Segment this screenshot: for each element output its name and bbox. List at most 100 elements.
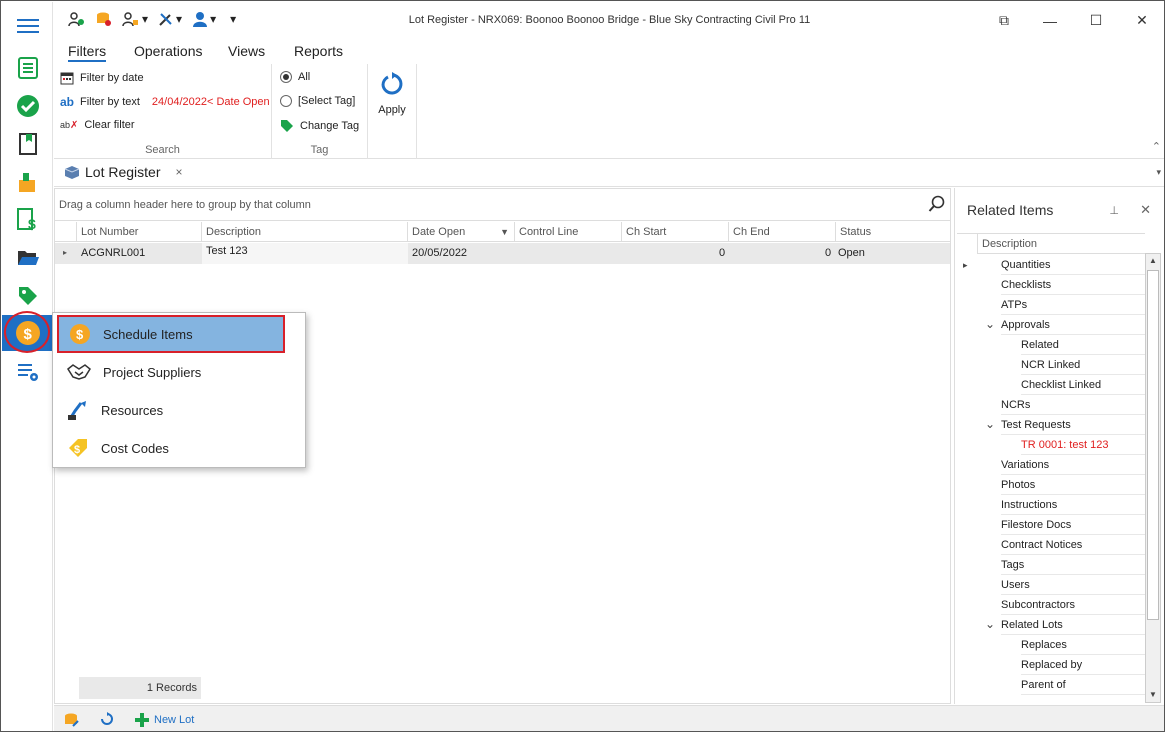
related-item[interactable]: Users (1001, 575, 1145, 595)
related-item[interactable]: Replaced by (1021, 655, 1145, 675)
apply-button[interactable]: Apply (368, 72, 416, 116)
tab-views[interactable]: Views (228, 43, 265, 59)
menu-item-schedule-items[interactable]: $ Schedule Items (57, 315, 285, 353)
hamburger-menu-icon[interactable] (2, 8, 53, 44)
related-item[interactable]: Related Lots (1001, 615, 1145, 635)
related-item[interactable]: Checklists (1001, 275, 1145, 295)
related-item[interactable]: Checklist Linked (1021, 375, 1145, 395)
table-row[interactable]: ▸ ACGNRL001 Test 123 20/05/2022 0 0 Open (55, 243, 950, 264)
tab-operations[interactable]: Operations (134, 43, 202, 59)
tag-icon (281, 120, 293, 132)
related-item[interactable]: NCR Linked (1021, 355, 1145, 375)
column-header-date-open[interactable]: Date Open ▼ (408, 222, 515, 242)
menu-item-resources[interactable]: Resources (57, 391, 285, 429)
column-header-ch-start[interactable]: Ch Start (622, 222, 729, 242)
related-item[interactable]: Subcontractors (1001, 595, 1145, 615)
related-item[interactable]: Variations (1001, 455, 1145, 475)
resources-hand-icon[interactable] (2, 164, 53, 200)
related-description-header[interactable]: Description (977, 234, 1145, 254)
group-by-panel[interactable]: Drag a column header here to group by th… (55, 189, 950, 221)
filter-by-text-button[interactable]: ab Filter by text 24/04/2022< Date Open (60, 95, 270, 109)
database-edit-icon (65, 713, 79, 727)
row-expand-icon[interactable]: ▸ (63, 248, 67, 257)
clear-filter-button[interactable]: ab✗ Clear filter (60, 119, 135, 131)
close-tab-icon[interactable]: × (175, 165, 182, 179)
related-item[interactable]: Parent of (1021, 675, 1145, 695)
related-item[interactable]: NCRs (1001, 395, 1145, 415)
diary-book-icon[interactable] (2, 126, 53, 162)
tab-reports[interactable]: Reports (294, 43, 343, 59)
column-header-description[interactable]: Description (202, 222, 408, 242)
checklist-check-icon[interactable] (2, 88, 53, 124)
expand-icon[interactable]: ▸ (963, 260, 968, 271)
pin-icon[interactable]: ⊥ (1109, 204, 1119, 217)
handshake-icon (67, 364, 91, 380)
related-scrollbar[interactable]: ▲ ▼ (1145, 253, 1161, 703)
close-button[interactable]: ✕ (1119, 2, 1164, 39)
collapse-icon[interactable]: ⌄ (985, 417, 995, 431)
related-item[interactable]: Filestore Docs (1001, 515, 1145, 535)
related-item[interactable]: Quantities (1001, 255, 1145, 275)
change-tag-button[interactable]: Change Tag (280, 119, 359, 133)
tab-list-dropdown-icon[interactable]: ▾ (1156, 167, 1161, 178)
ribbon: Filter by date ab Filter by text 24/04/2… (54, 64, 1164, 159)
refresh-button[interactable] (100, 712, 114, 726)
related-item[interactable]: Replaces (1021, 635, 1145, 655)
menu-item-label: Cost Codes (101, 440, 169, 456)
collapse-icon[interactable]: ⌄ (985, 617, 995, 631)
open-folder-icon[interactable] (2, 240, 53, 276)
search-group: Filter by date ab Filter by text 24/04/2… (54, 64, 272, 159)
menu-item-cost-codes[interactable]: $ Cost Codes (57, 429, 285, 467)
tag-icon[interactable] (2, 278, 53, 314)
minimize-button[interactable]: — (1027, 2, 1073, 39)
tag-all-radio[interactable]: All (280, 71, 310, 83)
search-icon[interactable] (928, 195, 946, 216)
description-cell-box[interactable]: Test 123 (202, 243, 408, 264)
column-header-lot-number[interactable]: Lot Number (77, 222, 202, 242)
related-item[interactable]: ATPs (1001, 295, 1145, 315)
collapse-icon[interactable]: ⌄ (985, 317, 995, 331)
change-tag-label: Change Tag (300, 120, 360, 132)
settings-list-icon[interactable] (2, 354, 53, 390)
excavator-icon (68, 401, 86, 420)
restore-layout-button[interactable]: ⧉ (981, 2, 1027, 39)
tag-all-label: All (298, 71, 311, 83)
new-lot-button[interactable]: New Lot (134, 712, 194, 728)
lot-register-tab-label: Lot Register (85, 164, 161, 180)
tab-filters[interactable]: Filters (68, 43, 107, 62)
related-item[interactable]: Test Requests (1001, 415, 1145, 435)
svg-text:$: $ (28, 216, 36, 232)
calendar-icon (60, 72, 74, 85)
plus-icon (135, 713, 149, 727)
maximize-button[interactable]: ☐ (1073, 2, 1119, 39)
lot-register-icon[interactable] (2, 50, 53, 86)
close-panel-icon[interactable]: ✕ (1140, 202, 1151, 218)
select-tag-radio[interactable]: [Select Tag] (280, 95, 355, 107)
scroll-thumb[interactable] (1147, 270, 1159, 620)
related-item[interactable]: Tags (1001, 555, 1145, 575)
filter-by-date-button[interactable]: Filter by date (60, 71, 144, 85)
edit-database-button[interactable] (64, 712, 80, 728)
column-header-ch-end[interactable]: Ch End (729, 222, 836, 242)
rail-selection-highlight (4, 311, 50, 353)
related-item[interactable]: Approvals (1001, 315, 1145, 335)
text-ab-icon: ab (60, 95, 75, 109)
related-item[interactable]: TR 0001: test 123 (1021, 435, 1145, 455)
filter-by-text-label: Filter by text (80, 96, 140, 108)
tab-lot-register[interactable]: Lot Register × (64, 164, 183, 180)
scroll-up-icon[interactable]: ▲ (1146, 254, 1160, 268)
related-item[interactable]: Related (1021, 335, 1145, 355)
related-item[interactable]: Photos (1001, 475, 1145, 495)
cell-description: Test 123 (206, 245, 248, 257)
scroll-down-icon[interactable]: ▼ (1146, 688, 1160, 702)
select-tag-label: [Select Tag] (298, 95, 356, 107)
column-header-control-line[interactable]: Control Line (515, 222, 622, 242)
filter-funnel-icon[interactable]: ▼ (500, 227, 509, 237)
svg-text:$: $ (76, 327, 84, 342)
collapse-ribbon-icon[interactable]: ⌃ (1152, 140, 1161, 153)
column-header-status[interactable]: Status (836, 222, 950, 242)
related-item[interactable]: Instructions (1001, 495, 1145, 515)
invoice-dollar-icon[interactable]: $ (2, 202, 53, 238)
related-item[interactable]: Contract Notices (1001, 535, 1145, 555)
menu-item-project-suppliers[interactable]: Project Suppliers (57, 353, 285, 391)
